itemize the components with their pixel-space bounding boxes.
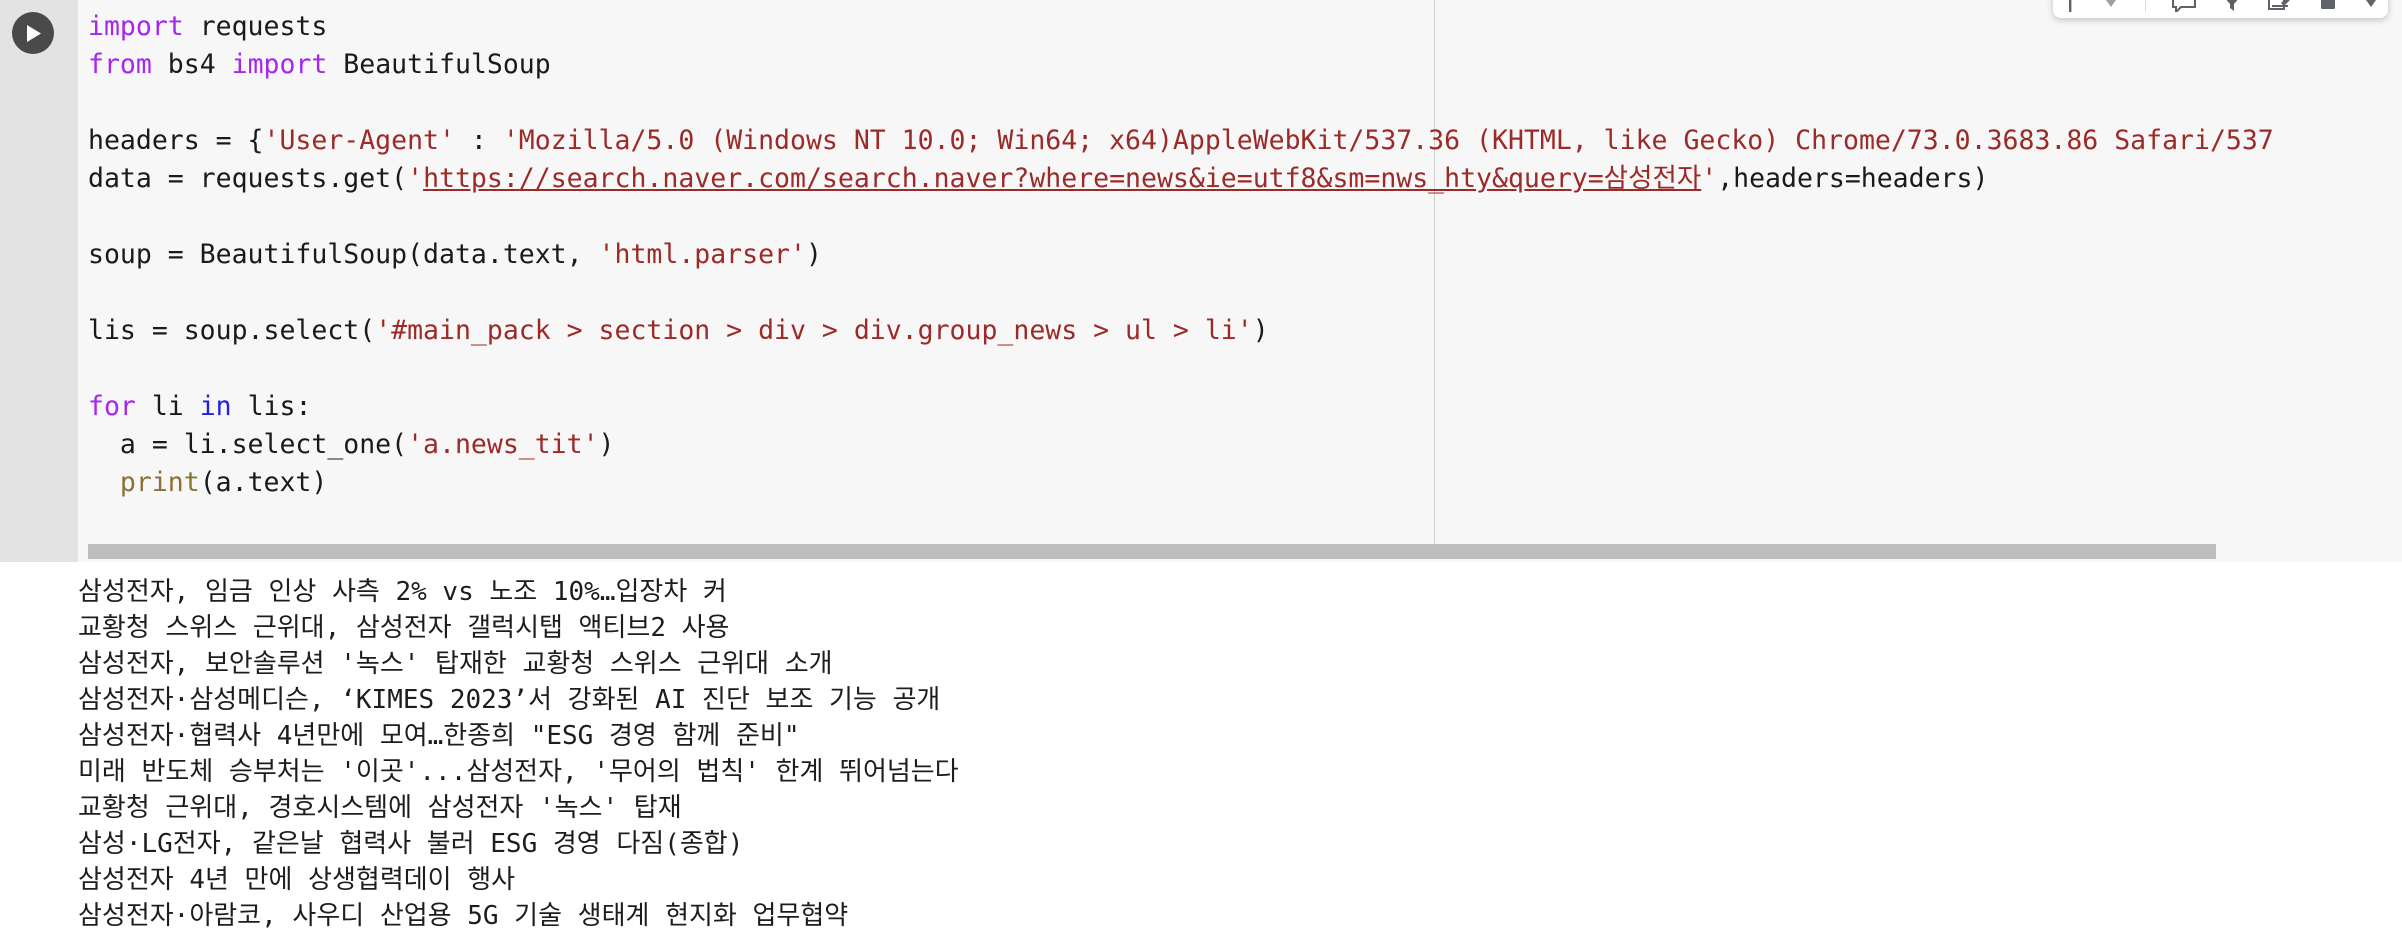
code-token: ,headers=headers): [1717, 163, 1989, 194]
code-token: data = requests.get(: [88, 163, 408, 194]
code-token: 'html.parser': [598, 239, 806, 270]
toolbar-item-chevron-down-icon[interactable]: [2103, 0, 2119, 12]
code-line: print(a.text): [88, 464, 2274, 502]
output-line: 삼성전자·삼성메디슨, ‘KIMES 2023’서 강화된 AI 진단 보조 기…: [78, 685, 941, 715]
output-line: 미래 반도체 승부처는 '이곳'...삼성전자, '무어의 법칙' 한계 뛰어넘…: [78, 757, 959, 787]
code-token: BeautifulSoup: [327, 49, 551, 80]
cell-toolbar[interactable]: [2053, 0, 2388, 18]
code-cell: import requests from bs4 import Beautiful…: [0, 0, 2402, 562]
output-line: 삼성전자, 임금 인상 사측 2% vs 노조 10%…입장차 커: [78, 577, 727, 607]
code-token: ': [1701, 163, 1718, 194]
filter-icon: [2226, 0, 2238, 11]
edit-note-icon: [2268, 0, 2290, 10]
toolbar-item-edit-note-icon[interactable]: [2268, 0, 2292, 12]
code-url-link[interactable]: https://search.naver.com/search.naver?wh…: [423, 163, 1701, 194]
output-line: 삼성전자, 보안솔루션 '녹스' 탑재한 교황청 스위스 근위대 소개: [78, 649, 833, 679]
chevron-down-icon: [2106, 0, 2116, 7]
code-editor[interactable]: import requests from bs4 import Beautiful…: [78, 0, 2402, 562]
code-token: for: [88, 391, 136, 422]
output-line: 삼성전자 4년 만에 상생협력데이 행사: [78, 865, 516, 895]
code-token: import: [231, 49, 328, 80]
code-token: import: [88, 11, 184, 42]
toolbar-item-comment-icon[interactable]: [2172, 0, 2196, 12]
more-options-icon: [2366, 0, 2376, 7]
output-line: 삼성·LG전자, 같은날 협력사 불러 ESG 경영 다짐(종합): [78, 829, 744, 859]
code-text[interactable]: import requests from bs4 import Beautiful…: [88, 8, 2274, 502]
comment-icon: [2172, 0, 2196, 12]
toolbar-item-delete-icon[interactable]: [2318, 0, 2338, 12]
code-token: ': [407, 163, 424, 194]
code-token: in: [199, 391, 232, 422]
toolbar-item-filter-icon[interactable]: [2222, 0, 2242, 12]
toolbar-divider: [2145, 0, 2146, 12]
code-line: lis = soup.select('#main_pack > section …: [88, 312, 2274, 350]
code-hscrollbar-thumb[interactable]: [88, 544, 2216, 559]
code-line: from bs4 import BeautifulSoup: [88, 46, 2274, 84]
code-token: 'Mozilla/5.0 (Windows NT 10.0; Win64; x6…: [502, 125, 2274, 156]
code-line: data = requests.get('https://search.nave…: [88, 160, 2274, 198]
run-cell-button[interactable]: [12, 12, 54, 54]
code-token: print: [119, 467, 200, 498]
code-token: '#main_pack > section > div > div.group_…: [375, 315, 1253, 346]
toolbar-item-more-options-icon[interactable]: [2364, 0, 2378, 12]
code-token: :: [454, 125, 503, 156]
code-token: li: [135, 391, 200, 422]
code-line: a = li.select_one('a.news_tit'): [88, 426, 2274, 464]
play-icon: [26, 24, 41, 42]
text-cursor-icon: [2069, 0, 2072, 12]
cell-gutter: [0, 0, 78, 562]
code-token: requests: [183, 11, 328, 42]
output-line: 삼성전자·협력사 4년만에 모여…한종희 "ESG 경영 함께 준비": [78, 721, 800, 751]
notebook-page: import requests from bs4 import Beautiful…: [0, 0, 2402, 948]
code-token: headers = {: [88, 125, 264, 156]
code-token: 'User-Agent': [263, 125, 455, 156]
code-token: soup = BeautifulSoup(data.text,: [88, 239, 599, 270]
code-line: for li in lis:: [88, 388, 2274, 426]
code-line: import requests: [88, 8, 2274, 46]
output-line: 삼성전자·아람코, 사우디 산업용 5G 기술 생태계 현지화 업무협약: [78, 901, 849, 931]
code-token: a = li.select_one(: [88, 429, 408, 460]
toolbar-item-text-cursor-icon[interactable]: [2063, 0, 2077, 12]
code-token: ): [598, 429, 615, 460]
code-token: lis = soup.select(: [88, 315, 376, 346]
code-token: 'a.news_tit': [407, 429, 599, 460]
output-text: 삼성전자, 임금 인상 사측 2% vs 노조 10%…입장차 커교황청 스위스…: [0, 574, 2402, 934]
code-line: headers = {'User-Agent' : 'Mozilla/5.0 (…: [88, 122, 2274, 160]
code-token: (a.text): [199, 467, 328, 498]
code-token: bs4: [151, 49, 232, 80]
output-line: 교황청 근위대, 경호시스템에 삼성전자 '녹스' 탑재: [78, 793, 682, 823]
code-token: lis:: [231, 391, 312, 422]
cell-output: 삼성전자, 임금 인상 사측 2% vs 노조 10%…입장차 커교황청 스위스…: [0, 562, 2402, 948]
output-line: 교황청 스위스 근위대, 삼성전자 갤럭시탭 액티브2 사용: [78, 613, 730, 643]
code-line: soup = BeautifulSoup(data.text, 'html.pa…: [88, 236, 2274, 274]
code-token: ): [805, 239, 822, 270]
code-token: ): [1252, 315, 1269, 346]
delete-icon: [2321, 0, 2335, 9]
code-token: from: [88, 49, 152, 80]
